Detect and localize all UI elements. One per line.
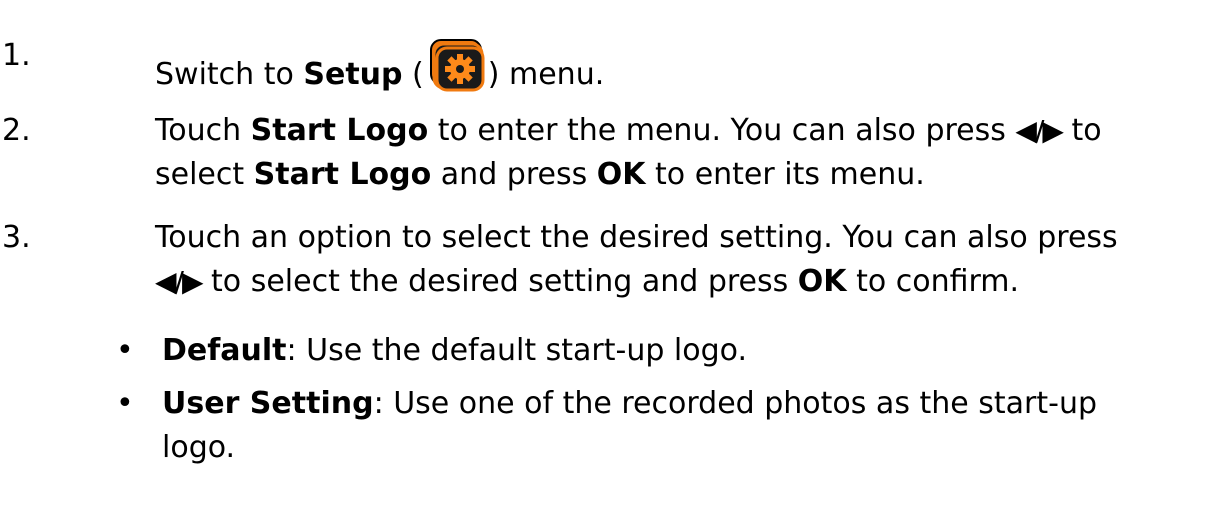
step-text-line-2: ◀/▶ to select the desired setting and pr…: [155, 264, 1020, 299]
bullet-text: User Setting: Use one of the recorded ph…: [162, 386, 1098, 421]
step-text: Switch to Setup () menu.: [155, 38, 604, 94]
bold-term: OK: [596, 157, 646, 192]
setup-menu-icon: [425, 38, 487, 94]
step-text-line-2: select Start Logo and press OK to enter …: [155, 157, 925, 192]
step-number: 1.: [2, 38, 31, 73]
step-text-line-1: Touch an option to select the desired se…: [155, 220, 1118, 255]
bullet-icon: •: [116, 333, 134, 368]
left-right-arrows-icon: ◀/▶: [155, 265, 203, 298]
bold-term: Start Logo: [253, 157, 432, 192]
left-right-arrows-icon: ◀/▶: [1015, 114, 1063, 147]
bullet-icon: •: [116, 386, 134, 421]
bullet-text: Default: Use the default start-up logo.: [162, 333, 748, 368]
step-number: 3.: [2, 220, 31, 255]
bold-term: Setup: [303, 57, 403, 92]
instruction-document: 1. Switch to Setup () menu. 2. Touch St…: [0, 0, 1231, 513]
bold-term: OK: [797, 264, 847, 299]
bold-term: Start Logo: [250, 113, 429, 148]
bullet-text-line-2: logo.: [162, 430, 236, 465]
bold-term: Default: [162, 333, 287, 368]
step-text-line-1: Touch Start Logo to enter the menu. You …: [155, 113, 1102, 148]
step-number: 2.: [2, 113, 31, 148]
bold-term: User Setting: [162, 386, 374, 421]
